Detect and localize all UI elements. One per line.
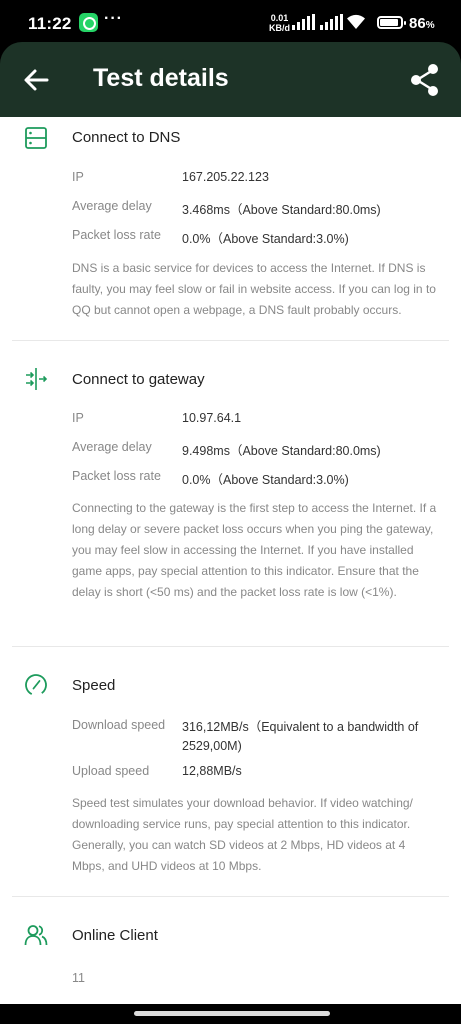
dns-ip-label: IP <box>72 170 84 184</box>
upload-speed-value: 12,88MB/s <box>182 764 242 778</box>
share-icon <box>411 64 438 96</box>
gateway-description: Connecting to the gateway is the first s… <box>72 501 437 599</box>
battery-percent: 86% <box>409 15 435 32</box>
users-icon <box>24 925 48 946</box>
share-button[interactable] <box>408 62 442 98</box>
upload-speed-label: Upload speed <box>72 764 150 778</box>
test-details-content[interactable]: Connect to DNS IP 167.205.22.123 Average… <box>0 117 461 1004</box>
gateway-loss-value: 0.0%（Above Standard:3.0%) <box>182 473 349 487</box>
page-title: Test details <box>93 64 229 92</box>
speedometer-icon <box>25 674 47 696</box>
dns-description: DNS is a basic service for devices to ac… <box>72 261 436 317</box>
gateway-delay-value: 9.498ms（Above Standard:80.0ms) <box>182 444 381 458</box>
dns-delay-value: 3.468ms（Above Standard:80.0ms) <box>182 203 381 217</box>
section-divider <box>12 896 449 897</box>
signal-1-icon <box>292 14 316 30</box>
signal-2-icon <box>320 14 344 30</box>
status-time: 11:22 <box>28 14 72 33</box>
dns-loss-label: Packet loss rate <box>72 228 161 242</box>
section-divider <box>12 340 449 341</box>
wifi-icon <box>347 14 365 29</box>
back-button[interactable] <box>20 64 52 96</box>
gateway-ip-value: 10.97.64.1 <box>182 411 242 425</box>
online-client-count: 11 <box>72 971 85 985</box>
dns-ip-value: 167.205.22.123 <box>182 170 269 184</box>
status-bar: 11:22 ··· 0.01 KB/d 86% <box>0 0 461 46</box>
dns-loss-value: 0.0%（Above Standard:3.0%) <box>182 232 349 246</box>
gateway-section-title: Connect to gateway <box>72 371 205 388</box>
battery-icon <box>377 16 406 29</box>
speed-section-title: Speed <box>72 677 116 694</box>
gateway-delay-label: Average delay <box>72 440 152 454</box>
gateway-loss-label: Packet loss rate <box>72 469 161 483</box>
arrow-left-icon <box>24 69 49 91</box>
gateway-ip-label: IP <box>72 411 84 425</box>
download-speed-label: Download speed <box>72 718 166 732</box>
whatsapp-notification-icon <box>79 13 98 32</box>
download-speed-value: 316,12MB/s（Equivalent to a bandwidth of … <box>182 720 419 753</box>
more-notifications-icon: ··· <box>104 10 123 27</box>
network-speed: 0.01 KB/d <box>269 13 290 33</box>
speed-description: Speed test simulates your download behav… <box>72 796 413 873</box>
network-speed-value: 0.01 <box>270 13 289 23</box>
dns-section-title: Connect to DNS <box>72 129 181 146</box>
dns-delay-label: Average delay <box>72 199 152 213</box>
section-divider <box>12 646 449 647</box>
server-icon <box>25 127 47 149</box>
app-bar: Test details <box>0 42 461 117</box>
home-gesture-handle[interactable] <box>134 1011 330 1016</box>
system-nav-bar <box>0 1004 461 1024</box>
online-client-section-title: Online Client <box>72 927 158 944</box>
network-speed-unit: KB/d <box>269 23 290 33</box>
gateway-arrows-icon <box>26 368 48 390</box>
